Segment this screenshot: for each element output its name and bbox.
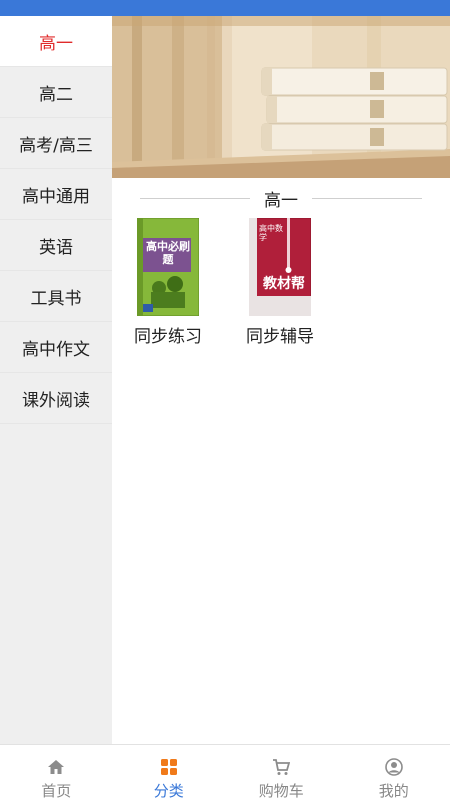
sidebar-item-gaokao[interactable]: 高考/高三 [0, 118, 112, 169]
book-cover-title: 高中必刷题 [146, 240, 190, 266]
book-grid: 高中必刷题 同步练习 高中数学 教材帮 同步辅导 [112, 217, 450, 347]
cart-icon [270, 757, 292, 777]
book-cover-image [136, 217, 200, 317]
tab-profile[interactable]: 我的 [338, 745, 450, 800]
category-sidebar: 高一 高二 高考/高三 高中通用 英语 工具书 高中作文 课外阅读 [0, 16, 112, 744]
sidebar-item-grade-two[interactable]: 高二 [0, 67, 112, 118]
tab-label: 分类 [153, 782, 184, 800]
bottom-tab-bar: 首页 分类 购物车 我的 [0, 744, 450, 800]
tab-label: 我的 [378, 782, 409, 800]
book-cover-title: 教材帮 [263, 276, 305, 292]
book-cover-subtitle: 高中数学 [259, 224, 283, 242]
tab-label: 首页 [41, 782, 72, 800]
bookshelf-illustration [112, 16, 450, 178]
sidebar-item-general[interactable]: 高中通用 [0, 169, 112, 220]
divider-left [140, 197, 250, 199]
tab-category[interactable]: 分类 [113, 745, 226, 800]
book-item[interactable]: 高中必刷题 同步练习 [112, 217, 224, 347]
banner-image[interactable] [112, 16, 450, 178]
tab-label: 购物车 [258, 782, 304, 800]
sidebar-item-english[interactable]: 英语 [0, 220, 112, 271]
tab-home[interactable]: 首页 [0, 745, 113, 800]
book-item[interactable]: 高中数学 教材帮 同步辅导 [224, 217, 336, 347]
book-cover[interactable]: 高中必刷题 [136, 217, 200, 317]
sidebar-item-composition[interactable]: 高中作文 [0, 322, 112, 373]
divider-right [312, 197, 422, 199]
home-icon [45, 757, 67, 777]
category-content: 高一 高中必刷题 同步练习 高中数学 教材帮 同步辅导 [112, 16, 450, 744]
book-cover[interactable]: 高中数学 教材帮 [248, 217, 312, 317]
category-icon [158, 757, 180, 777]
book-label[interactable]: 同步辅导 [246, 322, 314, 347]
profile-icon [383, 757, 405, 777]
section-title: 高一 [264, 190, 298, 211]
sidebar-item-extracurricular[interactable]: 课外阅读 [0, 373, 112, 424]
status-bar [0, 0, 450, 16]
section-header: 高一 [112, 186, 450, 211]
book-label[interactable]: 同步练习 [134, 322, 202, 347]
sidebar-item-grade-one[interactable]: 高一 [0, 16, 112, 67]
tab-cart[interactable]: 购物车 [225, 745, 338, 800]
sidebar-item-reference[interactable]: 工具书 [0, 271, 112, 322]
